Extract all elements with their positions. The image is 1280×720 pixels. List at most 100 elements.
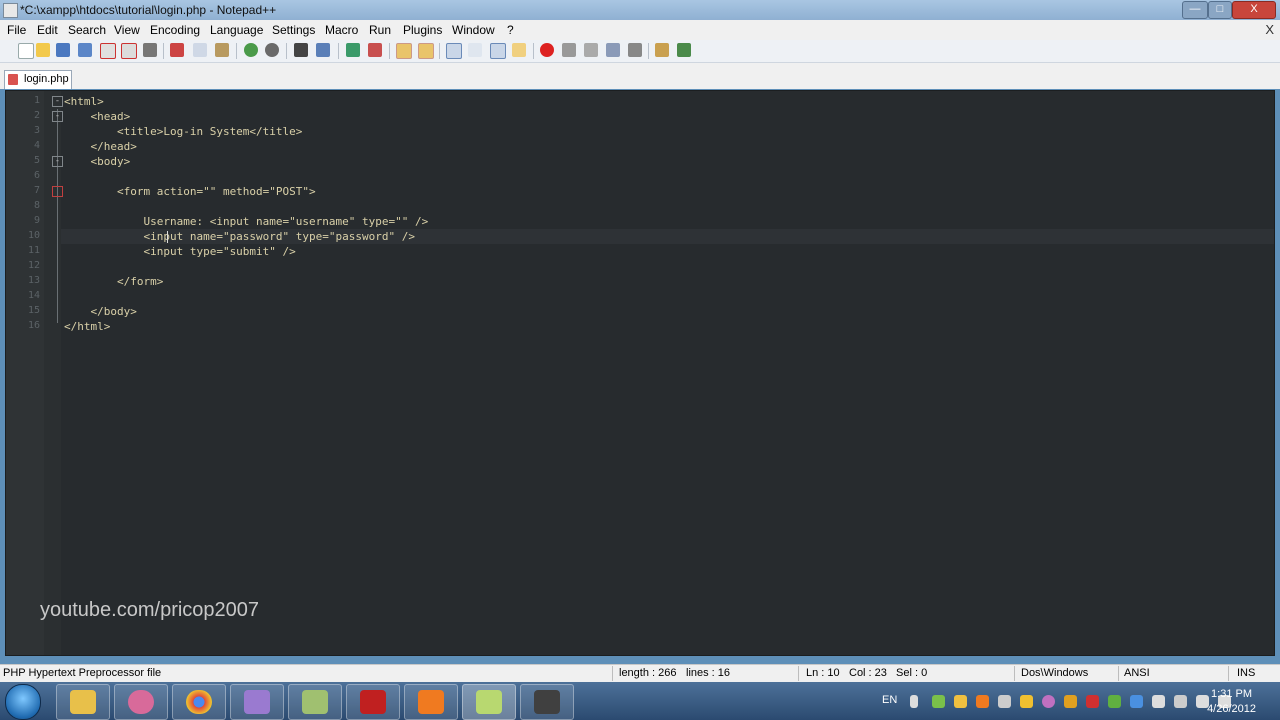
save-all-icon[interactable] bbox=[78, 43, 92, 57]
line-number: 14 bbox=[27, 290, 40, 301]
line-number: 9 bbox=[33, 215, 40, 226]
taskbar-filezilla[interactable] bbox=[346, 684, 400, 720]
taskbar-notepad-plus-plus[interactable] bbox=[462, 684, 516, 720]
menu-window[interactable]: Window bbox=[452, 23, 495, 37]
status-length: length : 266 bbox=[619, 667, 677, 679]
spell-check-icon[interactable] bbox=[677, 43, 691, 57]
action-center-flag-icon[interactable] bbox=[1152, 695, 1165, 708]
open-file-icon[interactable] bbox=[36, 43, 50, 57]
tray-app-icon[interactable] bbox=[1108, 695, 1121, 708]
maximize-button[interactable]: □ bbox=[1208, 1, 1232, 19]
fold-marker-form[interactable] bbox=[52, 186, 63, 197]
code-line: <form action="" method="POST"> bbox=[64, 185, 316, 198]
tray-app-icon[interactable] bbox=[1086, 695, 1099, 708]
status-separator bbox=[1014, 666, 1015, 681]
fold-toggle-head[interactable]: - bbox=[52, 111, 63, 122]
filezilla-icon bbox=[360, 690, 386, 714]
device-icon[interactable] bbox=[1174, 695, 1187, 708]
menu-search[interactable]: Search bbox=[68, 23, 106, 37]
fold-toggle-html[interactable]: - bbox=[52, 96, 63, 107]
play-macro-icon[interactable] bbox=[584, 43, 598, 57]
user-language-icon[interactable] bbox=[512, 43, 526, 57]
undo-icon[interactable] bbox=[244, 43, 258, 57]
tray-app-icon[interactable] bbox=[1042, 695, 1055, 708]
save-macro-icon[interactable] bbox=[628, 43, 642, 57]
record-macro-icon[interactable] bbox=[540, 43, 554, 57]
status-selection: Sel : 0 bbox=[896, 667, 928, 679]
line-number: 1 bbox=[33, 95, 40, 106]
menu-file[interactable]: File bbox=[7, 23, 26, 37]
redo-icon[interactable] bbox=[265, 43, 279, 57]
tray-app-icon[interactable] bbox=[1020, 695, 1033, 708]
menu-run[interactable]: Run bbox=[369, 23, 391, 37]
menu-help[interactable]: ? bbox=[507, 23, 514, 37]
plugin-icon[interactable] bbox=[655, 43, 669, 57]
paste-icon[interactable] bbox=[215, 43, 229, 57]
start-button[interactable] bbox=[5, 684, 41, 720]
tray-app-icon[interactable] bbox=[998, 695, 1011, 708]
zoom-in-icon[interactable] bbox=[346, 43, 360, 57]
line-number: 3 bbox=[33, 125, 40, 136]
menu-plugins[interactable]: Plugins bbox=[403, 23, 442, 37]
tray-app-icon[interactable] bbox=[1130, 695, 1143, 708]
clock[interactable]: 1:31 PM 4/26/2012 bbox=[1207, 687, 1256, 717]
menu-settings[interactable]: Settings bbox=[272, 23, 315, 37]
minimize-button[interactable]: — bbox=[1182, 1, 1208, 19]
toolbar-separator bbox=[286, 43, 287, 59]
close-all-icon[interactable] bbox=[121, 43, 137, 59]
zoom-out-icon[interactable] bbox=[368, 43, 382, 57]
tab-login-php[interactable]: login.php bbox=[4, 70, 72, 89]
taskbar-app-2[interactable] bbox=[114, 684, 168, 720]
system-tray: EN 1:31 PM 4/26/2012 bbox=[878, 682, 1280, 720]
menu-edit[interactable]: Edit bbox=[37, 23, 58, 37]
menu-encoding[interactable]: Encoding bbox=[150, 23, 200, 37]
line-number: 4 bbox=[33, 140, 40, 151]
toolbar-separator bbox=[439, 43, 440, 59]
sync-vertical-icon[interactable] bbox=[396, 43, 412, 59]
language-indicator[interactable]: EN bbox=[882, 694, 897, 706]
xampp-tray-icon[interactable] bbox=[976, 695, 989, 708]
status-column: Col : 23 bbox=[849, 667, 887, 679]
sync-horizontal-icon[interactable] bbox=[418, 43, 434, 59]
new-file-icon[interactable] bbox=[18, 43, 34, 59]
tray-app-icon[interactable] bbox=[932, 695, 945, 708]
menu-macro[interactable]: Macro bbox=[325, 23, 358, 37]
close-file-icon[interactable] bbox=[100, 43, 116, 59]
close-document-button[interactable]: X bbox=[1265, 22, 1274, 37]
stop-macro-icon[interactable] bbox=[562, 43, 576, 57]
code-line: <html> bbox=[64, 95, 104, 108]
tray-app-icon[interactable] bbox=[954, 695, 967, 708]
show-all-chars-icon[interactable] bbox=[468, 43, 482, 57]
close-button[interactable]: X bbox=[1232, 1, 1276, 19]
copy-icon[interactable] bbox=[193, 43, 207, 57]
windows-taskbar: EN 1:31 PM 4/26/2012 bbox=[0, 682, 1280, 720]
taskbar-explorer[interactable] bbox=[56, 684, 110, 720]
indent-guide-icon[interactable] bbox=[490, 43, 506, 59]
replace-icon[interactable] bbox=[316, 43, 330, 57]
menu-language[interactable]: Language bbox=[210, 23, 263, 37]
notepad-plus-plus-icon bbox=[476, 690, 502, 714]
taskbar-app-5[interactable] bbox=[288, 684, 342, 720]
code-line: <input type="submit" /> bbox=[64, 245, 296, 258]
find-icon[interactable] bbox=[294, 43, 308, 57]
line-number: 13 bbox=[27, 275, 40, 286]
taskbar-chrome[interactable] bbox=[172, 684, 226, 720]
toolbar-separator bbox=[533, 43, 534, 59]
show-hidden-icons-icon[interactable] bbox=[910, 695, 918, 708]
taskbar-xampp[interactable] bbox=[404, 684, 458, 720]
fold-toggle-body[interactable]: - bbox=[52, 156, 63, 167]
menu-view[interactable]: View bbox=[114, 23, 140, 37]
menu-bar: File Edit Search View Encoding Language … bbox=[0, 20, 1280, 40]
print-icon[interactable] bbox=[143, 43, 157, 57]
cut-icon[interactable] bbox=[170, 43, 184, 57]
code-editor[interactable]: 1 2 3 4 5 6 7 8 9 10 11 12 13 14 15 16 -… bbox=[5, 90, 1275, 656]
run-macro-multiple-icon[interactable] bbox=[606, 43, 620, 57]
notepad-app-icon bbox=[3, 3, 18, 18]
save-icon[interactable] bbox=[56, 43, 70, 57]
word-wrap-icon[interactable] bbox=[446, 43, 462, 59]
taskbar-app-9[interactable] bbox=[520, 684, 574, 720]
taskbar-app-4[interactable] bbox=[230, 684, 284, 720]
chrome-icon bbox=[186, 690, 212, 714]
status-file-type: PHP Hypertext Preprocessor file bbox=[3, 667, 162, 679]
tray-app-icon[interactable] bbox=[1064, 695, 1077, 708]
